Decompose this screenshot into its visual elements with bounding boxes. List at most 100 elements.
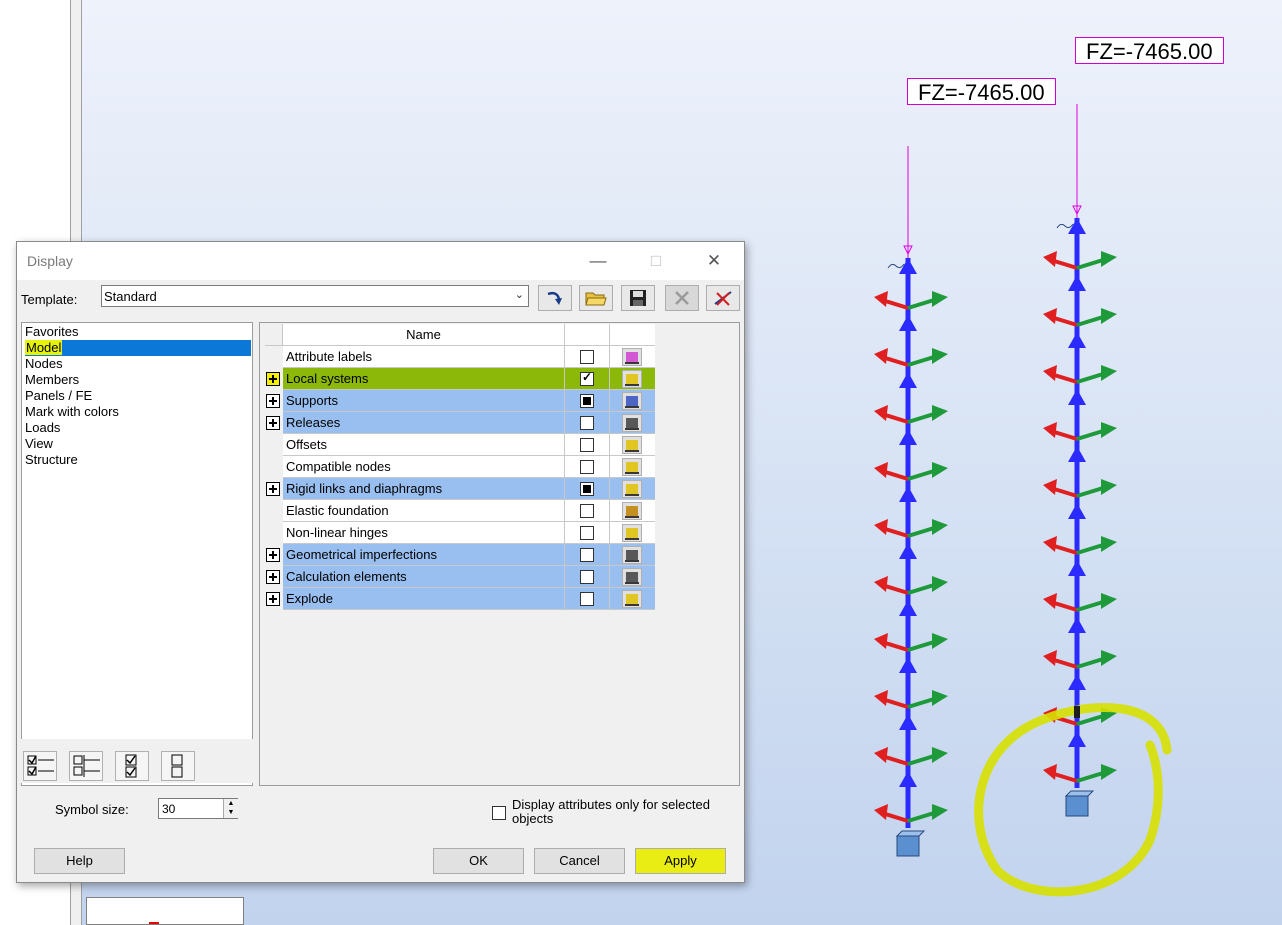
table-row[interactable]: Supports (265, 390, 655, 412)
x-axis-arrow-icon (874, 348, 888, 364)
row-checkbox[interactable] (580, 592, 594, 606)
y-axis-arrow-icon (932, 291, 948, 307)
table-row[interactable]: Explode (265, 588, 655, 610)
row-check-cell (565, 588, 610, 610)
category-item[interactable]: View (25, 436, 53, 452)
row-check-cell (565, 566, 610, 588)
row-icon-cell (610, 390, 655, 412)
releases-icon (622, 414, 642, 432)
category-item[interactable]: Loads (25, 420, 60, 436)
x-axis-arrow-icon (874, 804, 888, 820)
check-all-icon[interactable] (115, 751, 149, 781)
y-axis-line (1076, 600, 1104, 612)
z-axis-arrow-icon (899, 714, 917, 730)
cancel-button[interactable]: Cancel (534, 848, 625, 874)
row-icon-cell (610, 456, 655, 478)
row-checkbox[interactable] (580, 548, 594, 562)
row-expander[interactable] (265, 478, 283, 500)
row-expander[interactable] (265, 544, 283, 566)
z-axis-arrow-icon (899, 486, 917, 502)
row-expander[interactable] (265, 566, 283, 588)
explode-icon (622, 590, 642, 608)
row-check-cell (565, 412, 610, 434)
y-axis-line (1076, 429, 1104, 441)
symbol-size-label: Symbol size: (55, 802, 129, 817)
apply-button[interactable]: Apply (635, 848, 726, 874)
row-checkbox[interactable] (580, 394, 594, 408)
row-check-cell (565, 544, 610, 566)
category-item[interactable]: Favorites (25, 324, 78, 340)
z-axis-arrow-icon (899, 771, 917, 787)
row-checkbox[interactable] (580, 370, 594, 386)
open-folder-icon[interactable] (579, 285, 613, 311)
expand-plus-icon[interactable] (266, 548, 280, 562)
row-checkbox[interactable] (580, 526, 594, 540)
category-item[interactable]: Structure (25, 452, 78, 468)
row-expander[interactable] (265, 390, 283, 412)
table-row[interactable]: Releases (265, 412, 655, 434)
row-checkbox[interactable] (580, 504, 594, 518)
category-item[interactable]: Nodes (25, 356, 63, 372)
table-row[interactable]: Non-linear hinges (265, 522, 655, 544)
expand-plus-icon[interactable] (266, 570, 280, 584)
expand-plus-icon[interactable] (266, 592, 280, 606)
delete-icon[interactable] (665, 285, 699, 311)
expand-plus-icon[interactable] (266, 416, 280, 430)
category-item[interactable]: Members (25, 372, 79, 388)
row-expander[interactable] (265, 412, 283, 434)
expand-plus-icon[interactable] (266, 482, 280, 496)
table-row[interactable]: Calculation elements (265, 566, 655, 588)
table-row[interactable]: Elastic foundation (265, 500, 655, 522)
symbol-size-value: 30 (162, 802, 176, 816)
uncheck-all-icon[interactable] (161, 751, 195, 781)
save-icon[interactable] (621, 285, 655, 311)
category-item[interactable]: Panels / FE (25, 388, 92, 404)
symbol-size-spinner[interactable]: ▲ ▼ (223, 799, 238, 818)
select-all-icon[interactable] (23, 751, 57, 781)
table-row[interactable]: Offsets (265, 434, 655, 456)
category-item[interactable]: Mark with colors (25, 404, 119, 420)
table-row[interactable]: Compatible nodes (265, 456, 655, 478)
row-icon-cell (610, 500, 655, 522)
row-checkbox[interactable] (580, 482, 594, 496)
row-checkbox[interactable] (580, 460, 594, 474)
table-row[interactable]: Attribute labels (265, 346, 655, 368)
y-axis-line (907, 355, 935, 367)
table-row[interactable]: Geometrical imperfections (265, 544, 655, 566)
display-dialog: Display — □ ✕ Template: Standard ⌄ Favor… (16, 241, 745, 883)
row-icon-cell (610, 522, 655, 544)
supports-icon (622, 392, 642, 410)
row-label: Explode (283, 588, 565, 610)
table-row[interactable]: Local systems (265, 368, 655, 390)
z-axis-arrow-icon (1068, 332, 1086, 348)
y-axis-arrow-icon (932, 462, 948, 478)
z-axis-arrow-icon (899, 600, 917, 616)
row-expander[interactable] (265, 368, 283, 390)
delete-all-icon[interactable] (706, 285, 740, 311)
template-select[interactable]: Standard ⌄ (101, 285, 529, 307)
row-checkbox[interactable] (580, 570, 594, 584)
row-checkbox[interactable] (580, 438, 594, 452)
row-checkbox[interactable] (580, 350, 594, 364)
mini-view[interactable] (86, 897, 244, 925)
close-icon[interactable]: ✕ (699, 248, 729, 274)
expand-plus-icon[interactable] (266, 372, 280, 386)
row-checkbox[interactable] (580, 416, 594, 430)
row-expander[interactable] (265, 588, 283, 610)
y-axis-arrow-icon (1101, 764, 1117, 780)
deselect-all-icon[interactable] (69, 751, 103, 781)
ok-button[interactable]: OK (433, 848, 524, 874)
display-attributes-checkbox[interactable] (492, 806, 506, 820)
category-list[interactable]: Favorites Model Nodes Members Panels / FE Mar… (21, 322, 253, 786)
node-marker-icon (1056, 223, 1074, 229)
table-row[interactable]: Rigid links and diaphragms (265, 478, 655, 500)
y-axis-arrow-icon (932, 633, 948, 649)
category-item[interactable]: Model (25, 340, 251, 356)
expand-plus-icon[interactable] (266, 394, 280, 408)
help-button[interactable]: Help (34, 848, 125, 874)
row-check-cell (565, 390, 610, 412)
z-axis-arrow-icon (1068, 389, 1086, 405)
row-check-cell (565, 346, 610, 368)
redo-arrow-icon[interactable] (538, 285, 572, 311)
minimize-icon[interactable]: — (583, 248, 613, 274)
